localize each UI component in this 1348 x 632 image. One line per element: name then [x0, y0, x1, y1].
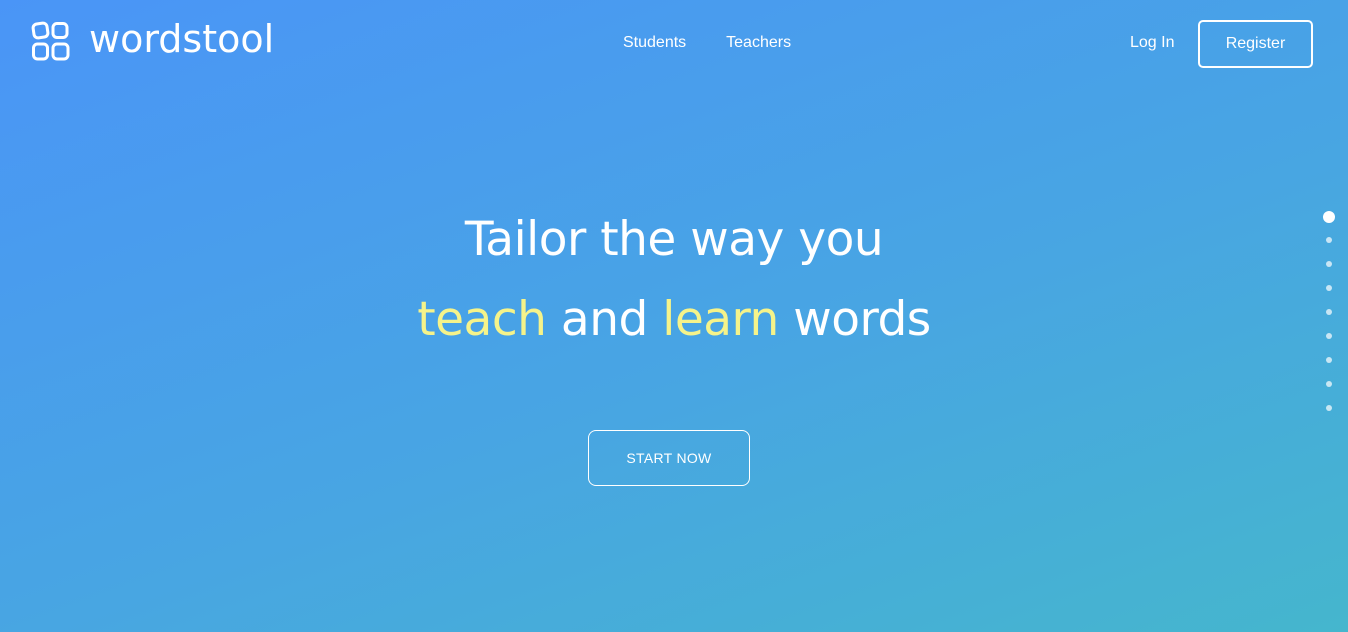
pager-dot-4[interactable]: [1326, 285, 1332, 291]
pager-dot-9[interactable]: [1326, 405, 1332, 411]
pager-dot-6[interactable]: [1326, 333, 1332, 339]
start-now-button[interactable]: START NOW: [588, 430, 750, 486]
headline-word-and: and: [546, 292, 663, 347]
headline-word-words: words: [778, 292, 931, 347]
top-navbar: wordstool Students Teachers Log In Regis…: [0, 0, 1348, 88]
highlight-word-teach: teach: [417, 292, 547, 347]
main-nav: Students Teachers: [623, 31, 791, 55]
pager-dot-8[interactable]: [1326, 381, 1332, 387]
section-pager: [1322, 211, 1336, 429]
hero-headline-line2: teach and learn words: [0, 280, 1348, 360]
pager-dot-2[interactable]: [1326, 237, 1332, 243]
login-link[interactable]: Log In: [1130, 31, 1174, 55]
nav-link-students[interactable]: Students: [623, 31, 686, 55]
wordstool-logo-icon: [31, 21, 70, 61]
hero-headline-line1: Tailor the way you: [464, 212, 884, 267]
pager-dot-3[interactable]: [1326, 261, 1332, 267]
pager-dot-1[interactable]: [1323, 211, 1335, 223]
register-button[interactable]: Register: [1198, 20, 1313, 68]
hero-section: Tailor the way you teach and learn words: [0, 200, 1348, 360]
pager-dot-5[interactable]: [1326, 309, 1332, 315]
brand-name: wordstool: [89, 17, 275, 61]
pager-dot-7[interactable]: [1326, 357, 1332, 363]
brand-logo-link[interactable]: wordstool: [31, 17, 275, 64]
nav-link-teachers[interactable]: Teachers: [726, 31, 791, 55]
highlight-word-learn: learn: [662, 292, 779, 347]
